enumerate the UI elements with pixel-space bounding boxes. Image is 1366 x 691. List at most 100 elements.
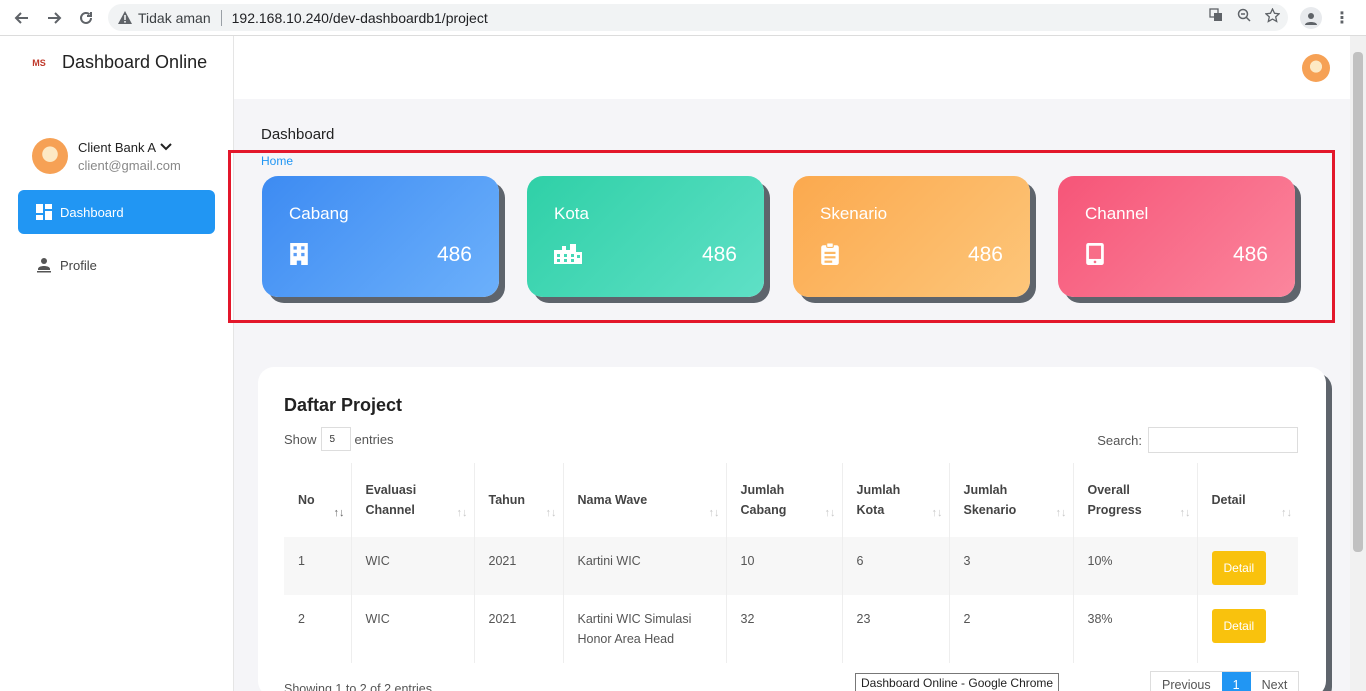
stat-card-skenario[interactable]: Skenario 486	[793, 176, 1030, 297]
forward-icon[interactable]	[44, 8, 64, 28]
building-icon	[290, 243, 308, 265]
pagination-next[interactable]: Next	[1251, 672, 1299, 691]
user-name: Client Bank A	[78, 139, 157, 155]
sidebar-item-profile[interactable]: Profile	[18, 243, 215, 287]
detail-button[interactable]: Detail	[1211, 609, 1267, 643]
clipboard-icon	[821, 243, 839, 265]
cell-progress: 10%	[1073, 537, 1198, 595]
stat-value: 486	[436, 243, 472, 266]
entries-label: entries	[354, 431, 394, 447]
show-label: Show	[284, 431, 317, 447]
cell-kota: 23	[842, 595, 950, 663]
header-label: Detail	[1211, 493, 1246, 507]
sort-icon: ↑↓	[456, 507, 468, 519]
stat-value: 486	[967, 243, 1003, 266]
table-title: Daftar Project	[284, 395, 403, 415]
omnibox-divider	[220, 9, 222, 26]
header-label: Channel	[365, 503, 415, 517]
omnibox-actions	[1209, 7, 1281, 26]
entries-select[interactable]: 5	[320, 427, 351, 451]
url-text[interactable]: 192.168.10.240/dev-dashboardb1/project	[232, 10, 488, 26]
wave-line: Kartini WIC Simulasi	[577, 612, 692, 626]
cell-tahun: 2021	[474, 595, 564, 663]
table-row: 2 WIC 2021 Kartini WIC Simulasi Honor Are…	[284, 595, 1298, 663]
avatar	[32, 138, 68, 174]
cell-tahun: 2021	[474, 537, 564, 595]
project-table-card: Daftar Project Show 5 entries Search: No…	[258, 367, 1326, 691]
header-label: Nama Wave	[577, 493, 648, 507]
header-nama-wave[interactable]: Nama Wave ↑↓	[563, 463, 727, 537]
sort-icon: ↑↓	[1179, 507, 1191, 519]
sort-icon: ↑↓	[333, 507, 345, 519]
header-evaluasi-channel[interactable]: Evaluasi Channel ↑↓	[351, 463, 475, 537]
stat-card-kota[interactable]: Kota 486	[527, 176, 764, 297]
cell-progress: 38%	[1073, 595, 1198, 663]
warning-icon	[118, 11, 132, 24]
header-label: Evaluasi	[365, 483, 417, 497]
header-label: Jumlah	[740, 483, 785, 497]
header-overall-progress[interactable]: Overall Progress ↑↓	[1073, 463, 1198, 537]
header-avatar[interactable]	[1302, 54, 1330, 82]
pagination-previous[interactable]: Previous	[1151, 672, 1222, 691]
cell-skenario: 2	[949, 595, 1074, 663]
cell-wave: Kartini WIC Simulasi Honor Area Head	[563, 595, 727, 663]
header-jumlah-kota[interactable]: Jumlah Kota ↑↓	[842, 463, 950, 537]
header-label: Cabang	[740, 503, 787, 517]
page-title: Dashboard	[261, 126, 335, 143]
detail-button[interactable]: Detail	[1211, 551, 1267, 585]
pagination-page-current[interactable]: 1	[1221, 672, 1251, 691]
cell-detail: Detail	[1197, 537, 1298, 595]
chevron-down-icon[interactable]	[160, 143, 172, 151]
browser-menu-icon[interactable]: ⋮	[1334, 8, 1350, 28]
back-icon[interactable]	[12, 8, 32, 28]
sort-icon: ↑↓	[824, 507, 836, 519]
address-bar[interactable]: Tidak aman 192.168.10.240/dev-dashboardb…	[108, 4, 1288, 31]
pagination: Previous 1 Next	[1150, 671, 1300, 691]
sidebar-item-dashboard[interactable]: Dashboard	[18, 190, 215, 234]
header-label: Kota	[856, 503, 885, 517]
cell-channel: WIC	[351, 537, 475, 595]
header-detail[interactable]: Detail ↑↓	[1197, 463, 1298, 537]
header-label: Tahun	[488, 493, 526, 507]
brand-title: Dashboard Online	[62, 52, 208, 72]
reload-icon[interactable]	[76, 8, 96, 28]
wave-line: Kartini WIC	[577, 554, 641, 568]
user-icon	[37, 258, 51, 273]
brand[interactable]: MS Dashboard Online	[30, 52, 207, 73]
cell-wave: Kartini WIC	[563, 537, 727, 595]
scrollbar-thumb[interactable]	[1353, 52, 1363, 552]
header-jumlah-skenario[interactable]: Jumlah Skenario ↑↓	[949, 463, 1074, 537]
user-email: client@gmail.com	[78, 157, 181, 173]
tablet-icon	[1086, 243, 1104, 265]
search-input[interactable]	[1148, 427, 1298, 453]
user-menu[interactable]: Client Bank A client@gmail.com	[32, 138, 181, 174]
sort-icon: ↑↓	[708, 507, 720, 519]
search-control: Search:	[1097, 427, 1298, 453]
cell-no: 1	[284, 537, 352, 595]
table-info: Showing 1 to 2 of 2 entries	[284, 682, 433, 691]
brand-logo: MS	[32, 57, 46, 68]
city-icon	[554, 244, 582, 264]
cell-detail: Detail	[1197, 595, 1298, 663]
entries-control: Show 5 entries	[284, 427, 394, 451]
table-header-row: No ↑↓ Evaluasi Channel ↑↓ Tahun ↑↓ Nama Wave…	[284, 463, 1298, 537]
header-label: Overall	[1087, 483, 1130, 497]
cell-cabang: 32	[726, 595, 843, 663]
header-no[interactable]: No ↑↓	[284, 463, 352, 537]
stat-card-channel[interactable]: Channel 486	[1058, 176, 1295, 297]
zoom-icon[interactable]	[1237, 8, 1251, 26]
header-label: Progress	[1087, 503, 1142, 517]
bookmark-star-icon[interactable]	[1264, 7, 1281, 26]
page-scrollbar[interactable]	[1350, 36, 1366, 691]
header-label: Skenario	[963, 503, 1017, 517]
header-tahun[interactable]: Tahun ↑↓	[474, 463, 564, 537]
browser-profile-icon[interactable]	[1300, 7, 1322, 29]
header-jumlah-cabang[interactable]: Jumlah Cabang ↑↓	[726, 463, 843, 537]
stat-value: 486	[1232, 243, 1268, 266]
stat-card-cabang[interactable]: Cabang 486	[262, 176, 499, 297]
security-warning[interactable]: Tidak aman	[118, 10, 211, 26]
stat-label: Kota	[554, 204, 589, 223]
sort-icon: ↑↓	[545, 507, 557, 519]
translate-icon[interactable]	[1209, 8, 1223, 26]
top-header	[234, 36, 1350, 99]
